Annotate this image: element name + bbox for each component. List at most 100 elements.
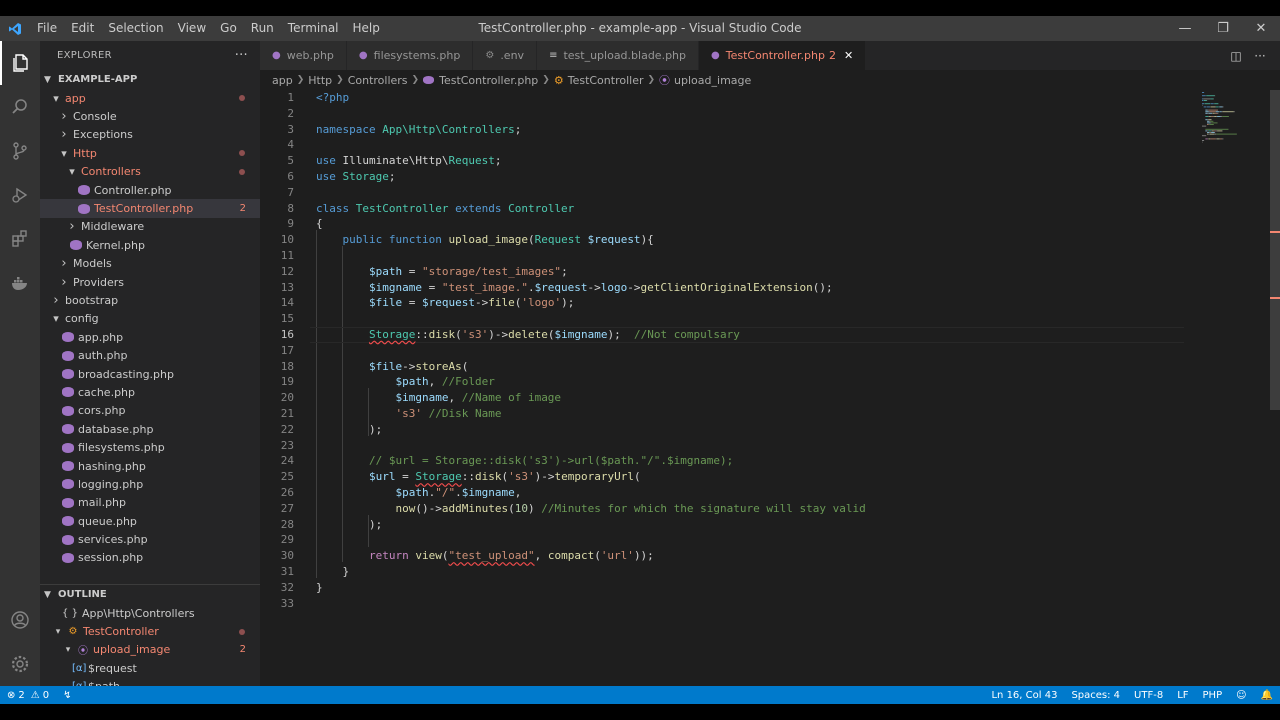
file-item[interactable]: session.php xyxy=(40,549,260,567)
code-line[interactable]: 8 class TestController extends Controller xyxy=(260,201,1260,217)
search-icon[interactable] xyxy=(0,85,40,129)
outline-section-header[interactable]: ▼ OUTLINE xyxy=(40,585,260,604)
menu-item-selection[interactable]: Selection xyxy=(101,16,170,41)
menu-item-view[interactable]: View xyxy=(171,16,213,41)
code-line[interactable]: 16 Storage::disk('s3')->delete($imgname)… xyxy=(260,327,1260,343)
project-section-header[interactable]: ▼ EXAMPLE-APP xyxy=(40,70,260,89)
outline-item[interactable]: [α]$path xyxy=(40,678,260,686)
code-line[interactable]: 5 use Illuminate\Http\Request; xyxy=(260,153,1260,169)
code-line[interactable]: 21 's3' //Disk Name xyxy=(260,406,1260,422)
file-item[interactable]: cors.php xyxy=(40,402,260,420)
explorer-files-icon[interactable] xyxy=(0,41,40,85)
code-line[interactable]: 33 xyxy=(260,596,1260,612)
outline-item[interactable]: { } App\Http\Controllers xyxy=(40,604,260,622)
notifications-bell-icon[interactable]: 🔔 xyxy=(1254,686,1280,704)
file-item[interactable]: filesystems.php xyxy=(40,438,260,456)
file-item[interactable]: auth.php xyxy=(40,346,260,364)
code-line[interactable]: 6 use Storage; xyxy=(260,169,1260,185)
tab-testcontroller-php[interactable]: ● TestController.php 2 ✕ xyxy=(699,41,867,70)
tab-test-upload-blade-php[interactable]: ≡ test_upload.blade.php xyxy=(537,41,699,70)
code-line[interactable]: 13 $imgname = "test_image.".$request->lo… xyxy=(260,280,1260,296)
code-line[interactable]: 20 $imgname, //Name of image xyxy=(260,390,1260,406)
code-line[interactable]: 7 xyxy=(260,185,1260,201)
file-item[interactable]: Controller.php xyxy=(40,181,260,199)
code-line[interactable]: 31 } xyxy=(260,564,1260,580)
language-mode[interactable]: PHP xyxy=(1196,686,1230,704)
close-window-button[interactable]: ✕ xyxy=(1242,16,1280,41)
folder-item[interactable]: › Providers xyxy=(40,273,260,291)
outline-item[interactable]: [α] $request xyxy=(40,659,260,677)
minimap[interactable] xyxy=(1200,90,1270,150)
code-editor[interactable]: 1 <?php 2 3 namespace App\Http\Controllers; 4… xyxy=(260,90,1270,686)
settings-gear-icon[interactable] xyxy=(0,642,40,686)
close-tab-icon[interactable]: ✕ xyxy=(844,49,853,62)
file-item[interactable]: broadcasting.php xyxy=(40,365,260,383)
file-item[interactable]: TestController.php 2 xyxy=(40,199,260,218)
live-share-icon[interactable]: ↯ xyxy=(56,686,78,704)
code-line[interactable]: 19 $path, //Folder xyxy=(260,374,1260,390)
folder-item[interactable]: › Console xyxy=(40,107,260,125)
code-line[interactable]: 22 ); xyxy=(260,422,1260,438)
breadcrumb-item[interactable]: app xyxy=(272,74,293,87)
minimize-button[interactable]: — xyxy=(1166,16,1204,41)
folder-item[interactable]: ▾ Http xyxy=(40,144,260,162)
docker-icon[interactable] xyxy=(0,261,40,305)
code-line[interactable]: 2 xyxy=(260,106,1260,122)
folder-item[interactable]: › Models xyxy=(40,255,260,273)
code-line[interactable]: 3 namespace App\Http\Controllers; xyxy=(260,122,1260,138)
more-actions-icon[interactable]: ··· xyxy=(235,48,248,63)
code-line[interactable]: 30 return view("test_upload", compact('u… xyxy=(260,548,1260,564)
folder-item[interactable]: › bootstrap xyxy=(40,291,260,309)
file-item[interactable]: database.php xyxy=(40,420,260,438)
code-line[interactable]: 1 <?php xyxy=(260,90,1260,106)
code-line[interactable]: 26 $path."/".$imgname, xyxy=(260,485,1260,501)
feedback-icon[interactable]: ☺ xyxy=(1229,686,1253,704)
file-item[interactable]: app.php xyxy=(40,328,260,346)
folder-item[interactable]: › Middleware xyxy=(40,218,260,236)
run-debug-icon[interactable] xyxy=(0,173,40,217)
split-editor-icon[interactable]: ◫ xyxy=(1224,49,1248,63)
code-line[interactable]: 23 xyxy=(260,438,1260,454)
more-actions-icon[interactable]: ··· xyxy=(1248,49,1272,63)
menu-item-file[interactable]: File xyxy=(30,16,64,41)
menu-item-help[interactable]: Help xyxy=(346,16,387,41)
breadcrumb-item[interactable]: Http xyxy=(308,74,332,87)
account-icon[interactable] xyxy=(0,598,40,642)
file-item[interactable]: logging.php xyxy=(40,475,260,493)
file-item[interactable]: mail.php xyxy=(40,494,260,512)
code-line[interactable]: 24 // $url = Storage::disk('s3')->url($p… xyxy=(260,453,1260,469)
outline-item[interactable]: ▾ ⚙ TestController xyxy=(40,622,260,640)
tab-filesystems-php[interactable]: ● filesystems.php xyxy=(346,41,474,70)
vertical-scrollbar[interactable] xyxy=(1270,90,1280,410)
menu-item-run[interactable]: Run xyxy=(244,16,281,41)
folder-item[interactable]: › Exceptions xyxy=(40,126,260,144)
cursor-position[interactable]: Ln 16, Col 43 xyxy=(984,686,1064,704)
file-item[interactable]: cache.php xyxy=(40,383,260,401)
folder-item[interactable]: ▾ app xyxy=(40,89,260,107)
restore-button[interactable]: ❐ xyxy=(1204,16,1242,41)
source-control-icon[interactable] xyxy=(0,129,40,173)
folder-item[interactable]: ▾ config xyxy=(40,310,260,328)
code-line[interactable]: 17 xyxy=(260,343,1260,359)
code-line[interactable]: 27 now()->addMinutes(10) //Minutes for w… xyxy=(260,501,1260,517)
menu-item-go[interactable]: Go xyxy=(213,16,244,41)
code-line[interactable]: 28 ); xyxy=(260,517,1260,533)
code-line[interactable]: 12 $path = "storage/test_images"; xyxy=(260,264,1260,280)
code-line[interactable]: 9{ xyxy=(260,216,1260,232)
tab-web-php[interactable]: ● web.php xyxy=(260,41,347,70)
code-line[interactable]: 10 public function upload_image(Request … xyxy=(260,232,1260,248)
breadcrumb-item[interactable]: TestController xyxy=(568,74,644,87)
tab--env[interactable]: ⚙ .env xyxy=(473,41,538,70)
breadcrumb-item[interactable]: upload_image xyxy=(674,74,751,87)
code-line[interactable]: 11 xyxy=(260,248,1260,264)
code-line[interactable]: 32} xyxy=(260,580,1260,596)
file-item[interactable]: Kernel.php xyxy=(40,236,260,254)
outline-item[interactable]: ▾ ⦿ upload_image 2 xyxy=(40,641,260,659)
folder-item[interactable]: ▾ Controllers xyxy=(40,163,260,181)
problems-indicator[interactable]: ⊗ 2 ⚠ 0 xyxy=(0,686,56,704)
file-item[interactable]: services.php xyxy=(40,530,260,548)
breadcrumb-item[interactable]: TestController.php xyxy=(439,74,538,87)
eol-setting[interactable]: LF xyxy=(1170,686,1195,704)
menu-item-edit[interactable]: Edit xyxy=(64,16,101,41)
code-line[interactable]: 14 $file = $request->file('logo'); xyxy=(260,295,1260,311)
